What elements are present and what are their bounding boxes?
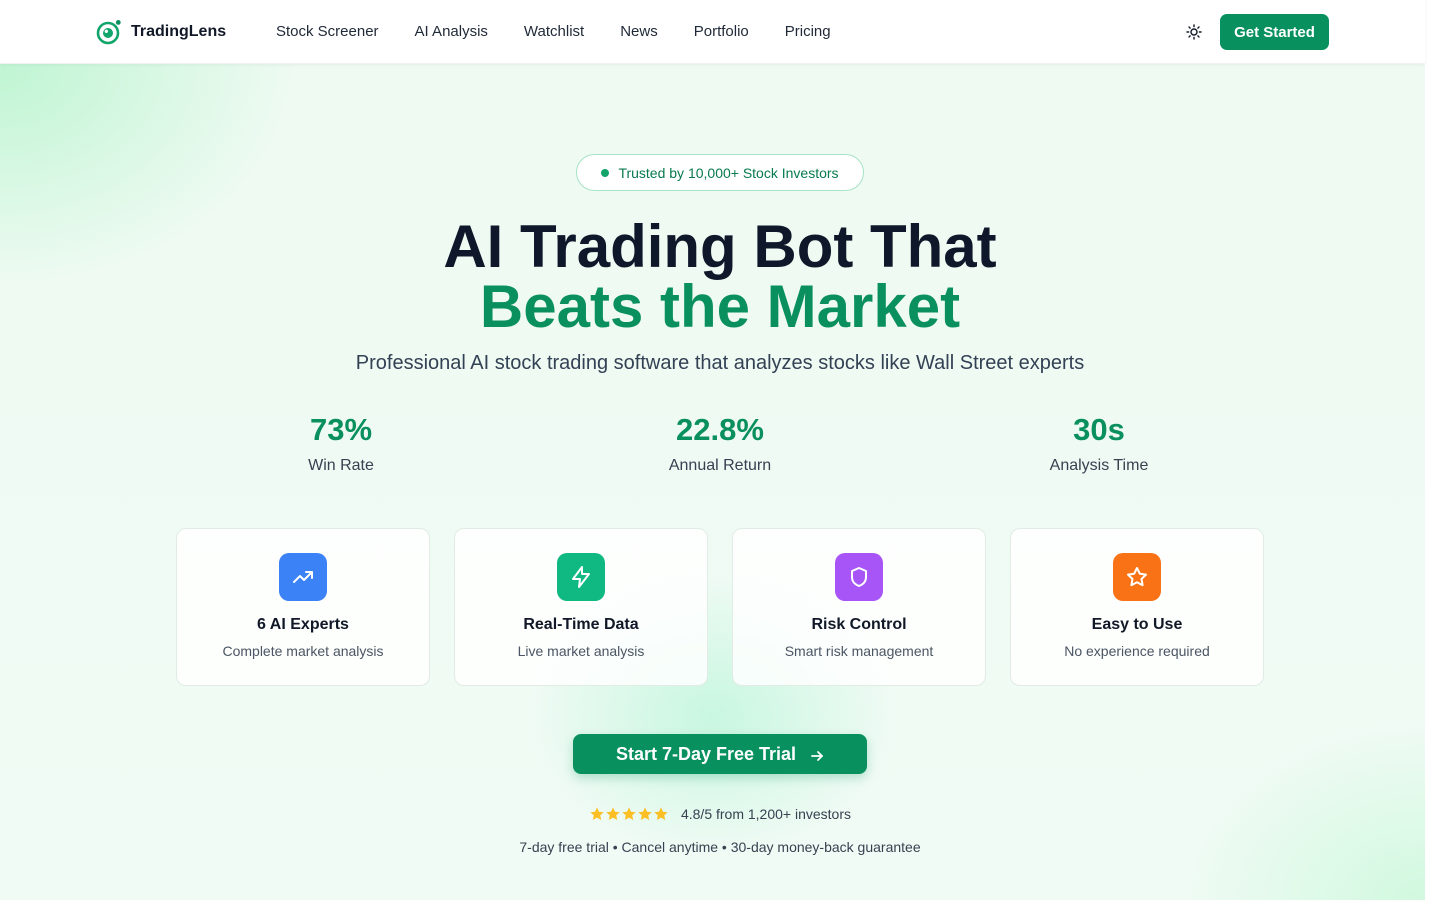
nav-watchlist[interactable]: Watchlist xyxy=(524,23,584,40)
star-icon xyxy=(1113,553,1161,601)
feature-title: Real-Time Data xyxy=(523,616,639,633)
feature-description: Smart risk management xyxy=(784,643,934,659)
stat-label: Analysis Time xyxy=(1049,457,1149,474)
feature-description: Complete market analysis xyxy=(222,643,384,659)
stat-value: 22.8% xyxy=(676,412,764,447)
get-started-button[interactable]: Get Started xyxy=(1220,14,1329,50)
feature-description: No experience required xyxy=(1064,643,1210,659)
trust-badge-text: Trusted by 10,000+ Stock Investors xyxy=(618,164,839,181)
eye-logo-icon xyxy=(96,19,122,45)
feature-description: Live market analysis xyxy=(517,643,645,659)
star-filled-icon xyxy=(605,806,621,822)
shield-icon xyxy=(835,553,883,601)
rating-text: 4.8/5 from 1,200+ investors xyxy=(680,806,852,822)
hero-subtitle: Professional AI stock trading software t… xyxy=(355,352,1085,374)
stat-value: 30s xyxy=(1073,412,1125,447)
cta-label: Start 7-Day Free Trial xyxy=(615,743,797,764)
nav-ai-analysis[interactable]: AI Analysis xyxy=(415,23,488,40)
rating-row: 4.8/5 from 1,200+ investors xyxy=(0,806,1440,822)
star-filled-icon xyxy=(637,806,653,822)
stat-annual-return: 22.8% Annual Return xyxy=(600,410,840,475)
top-navbar: TradingLens Stock Screener AI Analysis W… xyxy=(0,0,1425,64)
trust-badge: Trusted by 10,000+ Stock Investors xyxy=(576,154,864,191)
star-filled-icon xyxy=(589,806,605,822)
stat-label: Win Rate xyxy=(308,457,374,474)
lightning-icon xyxy=(557,553,605,601)
feature-title: Easy to Use xyxy=(1091,616,1183,633)
stat-label: Annual Return xyxy=(668,457,772,474)
status-dot xyxy=(601,168,610,177)
main-nav: Stock Screener AI Analysis Watchlist New… xyxy=(276,23,867,40)
brand-name: TradingLens xyxy=(131,23,227,40)
start-free-trial-button[interactable]: Start 7-Day Free Trial xyxy=(573,734,867,774)
trending-up-icon xyxy=(279,553,327,601)
nav-news[interactable]: News xyxy=(620,23,658,40)
brand-logo[interactable]: TradingLens xyxy=(96,19,226,45)
feature-card-risk-control[interactable]: Risk Control Smart risk management xyxy=(732,528,986,686)
star-filled-icon xyxy=(653,806,669,822)
feature-card-real-time-data[interactable]: Real-Time Data Live market analysis xyxy=(454,528,708,686)
star-filled-icon xyxy=(621,806,637,822)
star-rating xyxy=(589,806,669,822)
feature-card-easy-to-use[interactable]: Easy to Use No experience required xyxy=(1010,528,1264,686)
sun-icon[interactable] xyxy=(1184,22,1204,42)
feature-title: 6 AI Experts xyxy=(257,616,349,633)
scrollbar-gutter xyxy=(1425,0,1440,900)
stat-value: 73% xyxy=(309,412,373,447)
arrow-right-icon xyxy=(810,747,824,761)
stat-analysis-time: 30s Analysis Time xyxy=(979,410,1219,475)
feature-title: Risk Control xyxy=(811,616,907,633)
nav-portfolio[interactable]: Portfolio xyxy=(694,23,749,40)
stat-win-rate: 73% Win Rate xyxy=(221,410,461,475)
hero-title-line2: Beats the Market xyxy=(479,273,961,340)
nav-pricing[interactable]: Pricing xyxy=(785,23,831,40)
feature-card-ai-experts[interactable]: 6 AI Experts Complete market analysis xyxy=(176,528,430,686)
nav-stock-screener[interactable]: Stock Screener xyxy=(276,23,379,40)
guarantee-text: 7-day free trial • Cancel anytime • 30-d… xyxy=(519,839,921,855)
